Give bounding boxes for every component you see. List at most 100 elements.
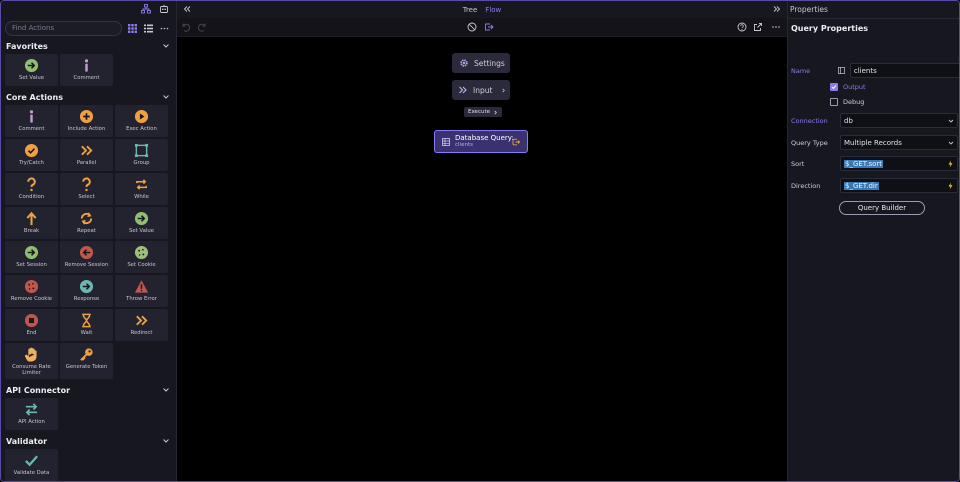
section-favorites[interactable]: Favorites — [1, 38, 176, 54]
action-tile[interactable]: Parallel — [60, 139, 113, 171]
action-tile[interactable]: Comment — [60, 54, 113, 86]
action-tile[interactable]: Validate Data — [5, 449, 58, 481]
cookie-icon — [134, 245, 149, 260]
tab-tree[interactable]: Tree — [463, 6, 478, 14]
more-icon[interactable] — [158, 22, 170, 34]
undo-icon[interactable] — [181, 22, 191, 34]
action-tile[interactable]: Redirect — [115, 309, 168, 341]
output-label: Output — [843, 83, 866, 91]
input-node[interactable]: Input — [452, 80, 510, 100]
help-icon[interactable] — [737, 22, 747, 34]
query-type-select[interactable]: Multiple Records — [840, 135, 958, 150]
action-tile[interactable]: Consume Rate Limiter — [5, 343, 58, 379]
favorites-grid: Set Value Comment — [1, 54, 176, 89]
left-toolbar — [1, 1, 176, 18]
action-tile[interactable]: While — [115, 173, 168, 205]
debug-row[interactable]: Debug — [830, 98, 959, 106]
action-tile[interactable]: Repeat — [60, 207, 113, 239]
debug-checkbox[interactable] — [830, 98, 838, 106]
section-api-connector[interactable]: API Connector — [1, 382, 176, 398]
action-tile[interactable]: Remove Cookie — [5, 275, 58, 307]
settings-node[interactable]: Settings — [452, 53, 510, 73]
name-label: Name — [791, 66, 811, 75]
lightning-icon[interactable] — [947, 182, 954, 190]
section-validator[interactable]: Validator — [1, 433, 176, 449]
action-tile[interactable]: Response — [60, 275, 113, 307]
collapse-right-icon[interactable] — [773, 5, 781, 15]
arrow-right-icon — [24, 58, 39, 73]
section-core-actions[interactable]: Core Actions — [1, 89, 176, 105]
action-tile[interactable]: Set Value — [115, 207, 168, 239]
stop-icon — [24, 313, 39, 328]
connection-select[interactable]: db — [840, 113, 958, 128]
debug-label: Debug — [843, 98, 865, 106]
actions-panel: Favorites Set Value Comment Core Actions… — [1, 1, 177, 481]
action-tile[interactable]: Include Action — [60, 105, 113, 137]
query-builder-button[interactable]: Query Builder — [839, 201, 925, 215]
field-icon — [838, 67, 850, 74]
tab-flow[interactable]: Flow — [485, 6, 501, 14]
name-input[interactable]: clients — [849, 63, 959, 78]
action-tile[interactable]: Try/Catch — [5, 139, 58, 171]
hourglass-icon — [82, 313, 91, 328]
robot-icon[interactable] — [159, 4, 169, 16]
action-tile[interactable]: Remove Session — [60, 241, 113, 273]
arrow-right-icon — [79, 279, 94, 294]
find-actions-input[interactable] — [5, 20, 122, 36]
core-actions-grid: Comment Include Action Exec Action Try/C… — [1, 105, 176, 382]
action-tile[interactable]: Break — [5, 207, 58, 239]
more-icon[interactable] — [771, 22, 781, 34]
action-tile[interactable]: Set Value — [5, 54, 58, 86]
chevron-down-icon — [163, 95, 169, 99]
action-tile[interactable]: Set Cookie — [115, 241, 168, 273]
info-icon — [29, 110, 34, 123]
arrow-right-icon — [134, 211, 149, 226]
sort-input[interactable]: $_GET.sort — [840, 156, 958, 171]
database-query-node[interactable]: Database Query: clients — [434, 130, 528, 153]
check-icon — [831, 85, 837, 90]
grid-view-icon[interactable] — [126, 22, 138, 34]
search-row — [1, 18, 176, 38]
collapse-left-icon[interactable] — [183, 5, 191, 15]
redo-icon[interactable] — [197, 22, 207, 34]
sort-row: Sort $_GET.sort — [788, 156, 959, 171]
action-tile[interactable]: Generate Token — [60, 343, 113, 379]
action-tile[interactable]: Condition — [5, 173, 58, 205]
execute-badge[interactable]: Execute — [464, 107, 502, 117]
action-tile[interactable]: Group — [115, 139, 168, 171]
question-icon — [27, 177, 36, 192]
list-view-icon[interactable] — [142, 22, 154, 34]
plus-circle-icon — [79, 109, 94, 124]
double-chevron-icon — [81, 145, 93, 156]
lightning-icon[interactable] — [947, 160, 954, 168]
view-tabs: Tree Flow — [177, 1, 787, 18]
repeat-icon — [80, 212, 93, 225]
chevron-down-icon — [163, 439, 169, 443]
direction-input[interactable]: $_GET.dir — [840, 178, 958, 193]
cookie-icon — [24, 279, 39, 294]
action-tile[interactable]: Comment — [5, 105, 58, 137]
move-out-icon[interactable] — [484, 22, 494, 34]
output-row[interactable]: Output — [830, 83, 959, 91]
action-tile[interactable]: Throw Error — [115, 275, 168, 307]
check-circle-icon — [24, 143, 39, 158]
flow-editor: Tree Flow Settings Input Execute Databas… — [177, 1, 787, 481]
action-tile[interactable]: Select — [60, 173, 113, 205]
action-tile[interactable]: Set Session — [5, 241, 58, 273]
output-checkbox[interactable] — [830, 83, 838, 91]
sitemap-icon[interactable] — [141, 3, 151, 16]
chevron-down-icon — [948, 141, 954, 145]
table-icon — [442, 137, 450, 146]
action-tile[interactable]: Exec Action — [115, 105, 168, 137]
key-icon — [80, 348, 93, 361]
direction-row: Direction $_GET.dir — [788, 178, 959, 193]
database-query-subtitle: clients — [455, 142, 473, 148]
action-tile[interactable]: API Action — [5, 398, 58, 430]
action-tile[interactable]: Wait — [60, 309, 113, 341]
chevron-right-icon — [494, 110, 497, 114]
export-icon[interactable] — [753, 22, 763, 34]
disable-icon[interactable] — [467, 22, 477, 34]
question-icon — [82, 177, 91, 192]
arrow-left-icon — [79, 245, 94, 260]
action-tile[interactable]: End — [5, 309, 58, 341]
